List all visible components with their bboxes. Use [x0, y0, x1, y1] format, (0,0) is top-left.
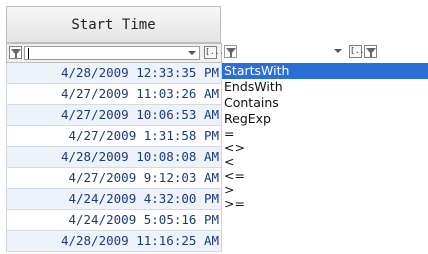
table-row[interactable]: 4/27/2009 11:03:26 AM	[6, 84, 222, 105]
operator-option-endswith[interactable]: EndsWith	[222, 79, 428, 95]
table-row[interactable]: 4/28/2009 11:16:25 AM	[6, 231, 222, 252]
chevron-down-icon[interactable]	[334, 49, 342, 53]
filter-funnel-icon[interactable]	[9, 46, 22, 59]
ellipsis-button[interactable]: [...]	[204, 46, 229, 59]
operator-option-regexp[interactable]: RegExp	[222, 111, 428, 127]
table-row[interactable]: 4/27/2009 9:12:03 AM	[6, 168, 222, 189]
table-row[interactable]: 4/24/2009 5:05:16 PM	[6, 210, 222, 231]
operator-option-greater-than[interactable]: >	[222, 183, 428, 197]
operator-filter-bar: [...]	[222, 43, 428, 63]
table-row[interactable]: 4/24/2009 4:32:00 PM	[6, 189, 222, 210]
operator-dropdown-list[interactable]: StartsWith EndsWith Contains RegExp = <>…	[222, 63, 428, 212]
filter-row: [...]	[6, 43, 229, 63]
operator-option-less-than[interactable]: <	[222, 155, 428, 169]
table-row[interactable]: 4/27/2009 10:06:53 AM	[6, 105, 222, 126]
start-time-column-cells: 4/28/2009 12:33:35 PM 4/27/2009 11:03:26…	[6, 63, 222, 252]
chevron-down-icon[interactable]	[188, 51, 196, 55]
operator-option-greater-or-equal[interactable]: >=	[222, 197, 428, 211]
table-row[interactable]: 4/28/2009 12:33:35 PM	[6, 63, 222, 84]
table-row[interactable]: 4/27/2009 1:31:58 PM	[6, 126, 222, 147]
operator-option-contains[interactable]: Contains	[222, 95, 428, 111]
operator-option-less-or-equal[interactable]: <=	[222, 169, 428, 183]
column-header-start-time[interactable]: Start Time	[6, 6, 221, 43]
column-header-label: Start Time	[71, 16, 156, 33]
operator-option-equals[interactable]: =	[222, 127, 428, 141]
filter-funnel-icon[interactable]	[224, 45, 237, 58]
filter-value-input[interactable]	[24, 46, 200, 60]
ellipsis-button[interactable]: [...]	[349, 45, 374, 58]
operator-option-startswith[interactable]: StartsWith	[222, 63, 428, 79]
filter-funnel-icon[interactable]	[364, 45, 377, 58]
operator-option-not-equals[interactable]: <>	[222, 141, 428, 155]
table-row[interactable]: 4/28/2009 10:08:08 AM	[6, 147, 222, 168]
text-caret	[28, 48, 29, 59]
